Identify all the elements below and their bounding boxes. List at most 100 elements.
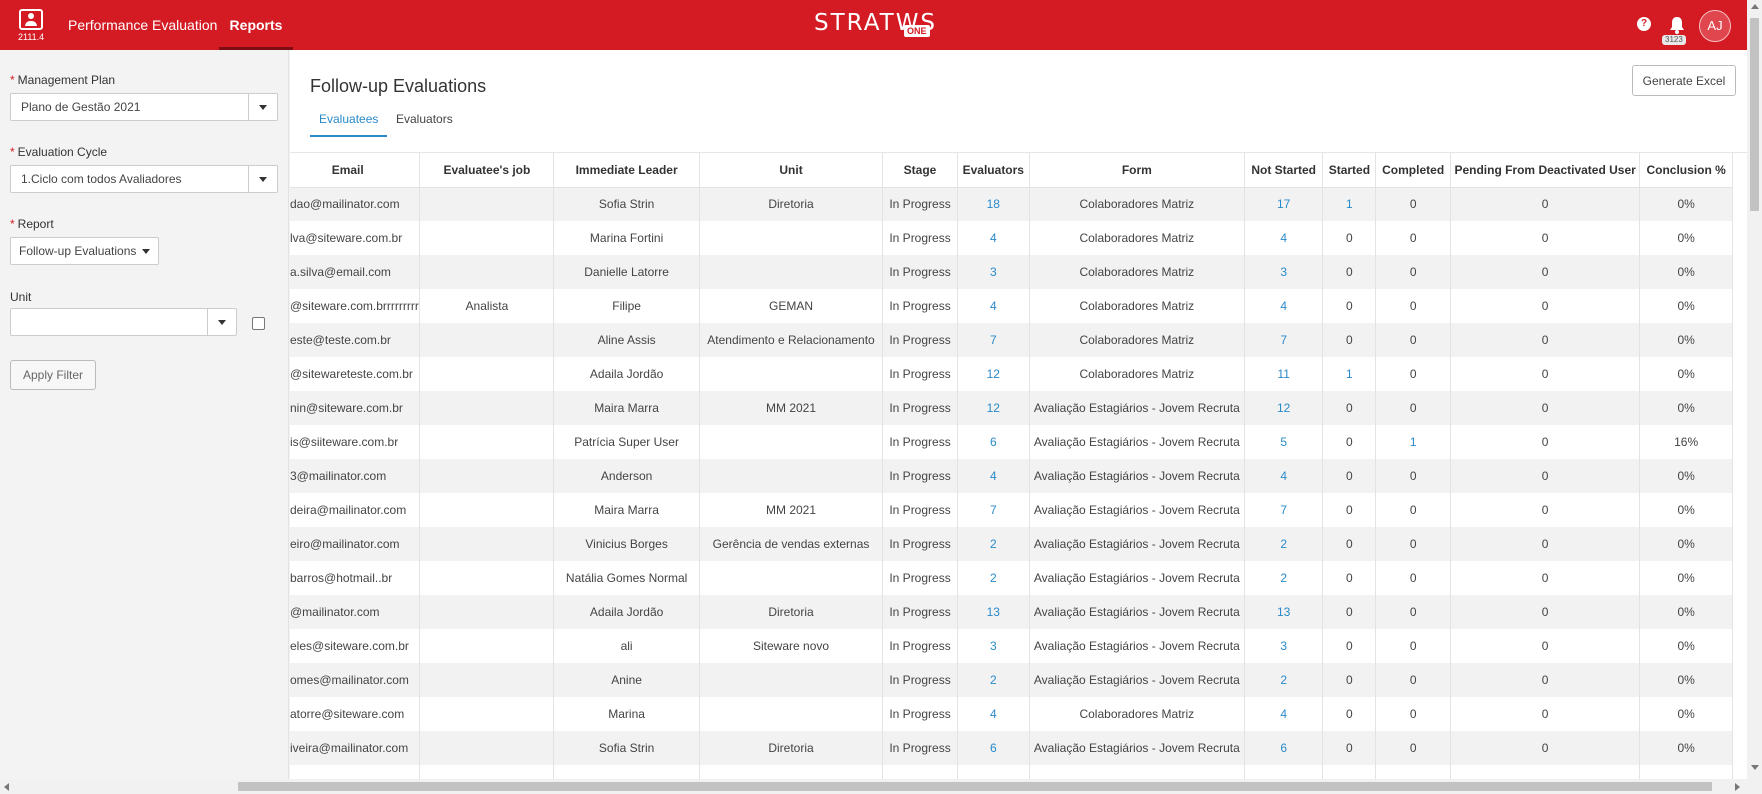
cell-evaluators[interactable]: 13 <box>957 595 1030 629</box>
table-row: omes@mailinator.com Anine In Progress 2 Aval… <box>290 663 1733 697</box>
cell-not-started[interactable]: 4 <box>1244 221 1324 255</box>
cell-conclusion: 0% <box>1639 697 1733 731</box>
column-header-completed[interactable]: Completed <box>1375 153 1452 188</box>
column-header-evaluators[interactable]: Evaluators <box>957 153 1030 188</box>
cell-evaluators[interactable]: 7 <box>957 493 1030 527</box>
cell-not-started[interactable]: 17 <box>1244 187 1324 221</box>
cell-unit <box>699 765 884 779</box>
cell-not-started[interactable]: 6 <box>1244 731 1324 765</box>
cell-not-started[interactable]: 5 <box>1244 425 1324 459</box>
column-header-not-started[interactable]: Not Started <box>1244 153 1324 188</box>
column-header-unit[interactable]: Unit <box>699 153 884 188</box>
cell-evaluators[interactable]: 4 <box>957 697 1030 731</box>
cell-unit: Diretoria <box>699 187 884 221</box>
cell-evaluators[interactable]: 4 <box>957 221 1030 255</box>
nav-performance-evaluation[interactable]: Performance Evaluation <box>68 0 217 50</box>
cell-not-started[interactable]: 11 <box>1244 357 1324 391</box>
scroll-down-arrow-icon[interactable] <box>1751 765 1759 770</box>
scroll-up-arrow-icon[interactable] <box>1751 4 1759 9</box>
column-header-email[interactable]: Email <box>290 153 421 188</box>
cell-immediate-leader: Aline Assis <box>553 323 700 357</box>
cell-immediate-leader: Sofia Strin <box>553 187 700 221</box>
cell-completed[interactable]: 1 <box>1375 425 1452 459</box>
cell-evaluators[interactable]: 18 <box>957 187 1030 221</box>
vertical-scroll-thumb[interactable] <box>1750 18 1759 211</box>
table-row: a.silva@email.com Danielle Latorre In Prog… <box>290 255 1733 289</box>
cell-email: lva@siteware.com.br <box>290 221 421 255</box>
cell-pending-deactivated: 0 <box>1450 459 1641 493</box>
management-plan-label: * Management Plan <box>10 73 116 87</box>
cell-evaluators[interactable]: 6 <box>957 425 1030 459</box>
cell-not-started <box>1244 765 1324 779</box>
column-header-form[interactable]: Form <box>1029 153 1245 188</box>
cell-conclusion: 0% <box>1639 629 1733 663</box>
cell-not-started[interactable]: 2 <box>1244 663 1324 697</box>
cell-evaluators[interactable]: 2 <box>957 527 1030 561</box>
unit-select[interactable] <box>10 308 237 336</box>
cell-evaluators[interactable]: 3 <box>957 255 1030 289</box>
column-header-stage[interactable]: Stage <box>882 153 958 188</box>
cell-email: a.silva@email.com <box>290 255 421 289</box>
help-icon[interactable]: ? <box>1637 17 1651 31</box>
evaluation-cycle-select[interactable]: 1.Ciclo com todos Avaliadores <box>10 165 278 193</box>
cell-not-started[interactable]: 7 <box>1244 493 1324 527</box>
cell-form <box>1029 765 1245 779</box>
cell-immediate-leader: ali <box>553 629 700 663</box>
cell-not-started[interactable]: 3 <box>1244 255 1324 289</box>
column-header-pending-deactivated[interactable]: Pending From Deactivated User <box>1450 153 1641 188</box>
cell-not-started[interactable]: 7 <box>1244 323 1324 357</box>
cell-not-started[interactable]: 3 <box>1244 629 1324 663</box>
evaluation-cycle-dropdown-button[interactable] <box>248 166 277 192</box>
column-header-immediate-leader[interactable]: Immediate Leader <box>553 153 700 188</box>
cell-evaluators[interactable]: 6 <box>957 731 1030 765</box>
cell-pending-deactivated: 0 <box>1450 629 1641 663</box>
scroll-right-arrow-icon[interactable] <box>1735 783 1740 791</box>
unit-dropdown-button[interactable] <box>207 309 236 335</box>
cell-unit: GEMAN <box>699 289 884 323</box>
app-switcher[interactable]: 2111.4 <box>18 9 44 43</box>
column-header-started[interactable]: Started <box>1322 153 1377 188</box>
tab-evaluators[interactable]: Evaluators <box>396 112 453 137</box>
cell-evaluators[interactable]: 4 <box>957 289 1030 323</box>
cell-started[interactable]: 1 <box>1322 187 1377 221</box>
cell-not-started[interactable]: 4 <box>1244 697 1324 731</box>
cell-stage <box>882 765 958 779</box>
bell-icon[interactable] <box>1666 14 1688 36</box>
column-header-evaluatee-job[interactable]: Evaluatee's job <box>419 153 555 188</box>
cell-evaluators[interactable]: 4 <box>957 459 1030 493</box>
cell-not-started[interactable]: 4 <box>1244 289 1324 323</box>
avatar[interactable]: AJ <box>1699 10 1731 42</box>
cell-evaluators[interactable]: 2 <box>957 561 1030 595</box>
nav-reports[interactable]: Reports <box>219 0 293 50</box>
horizontal-scroll-thumb[interactable] <box>238 782 1712 791</box>
horizontal-scrollbar[interactable] <box>0 779 1762 794</box>
column-header-conclusion[interactable]: Conclusion % <box>1639 153 1733 188</box>
tab-evaluatees[interactable]: Evaluatees <box>310 112 388 137</box>
apply-filter-button[interactable]: Apply Filter <box>10 360 96 390</box>
cell-not-started[interactable]: 2 <box>1244 527 1324 561</box>
cell-evaluators[interactable]: 2 <box>957 663 1030 697</box>
cell-evaluators[interactable]: 12 <box>957 391 1030 425</box>
management-plan-select[interactable]: Plano de Gestão 2021 <box>10 93 278 121</box>
evaluation-cycle-value: 1.Ciclo com todos Avaliadores <box>21 172 182 186</box>
cell-not-started[interactable]: 13 <box>1244 595 1324 629</box>
cell-not-started[interactable]: 2 <box>1244 561 1324 595</box>
management-plan-dropdown-button[interactable] <box>248 94 277 120</box>
cell-evaluators[interactable]: 3 <box>957 629 1030 663</box>
cell-conclusion: 0% <box>1639 255 1733 289</box>
unit-checkbox[interactable] <box>252 317 265 330</box>
cell-evaluators[interactable]: 12 <box>957 357 1030 391</box>
cell-pending-deactivated: 0 <box>1450 187 1641 221</box>
cell-started[interactable]: 1 <box>1322 357 1377 391</box>
cell-not-started[interactable]: 4 <box>1244 459 1324 493</box>
generate-excel-button[interactable]: Generate Excel <box>1632 65 1736 96</box>
vertical-scrollbar[interactable] <box>1747 0 1762 779</box>
report-select[interactable]: Follow-up Evaluations <box>10 237 159 265</box>
cell-stage: In Progress <box>882 697 958 731</box>
cell-completed <box>1375 765 1452 779</box>
cell-evaluators[interactable]: 7 <box>957 323 1030 357</box>
cell-conclusion: 0% <box>1639 357 1733 391</box>
scroll-left-arrow-icon[interactable] <box>4 783 9 791</box>
cell-not-started[interactable]: 12 <box>1244 391 1324 425</box>
cell-evaluatee-job <box>419 357 555 391</box>
